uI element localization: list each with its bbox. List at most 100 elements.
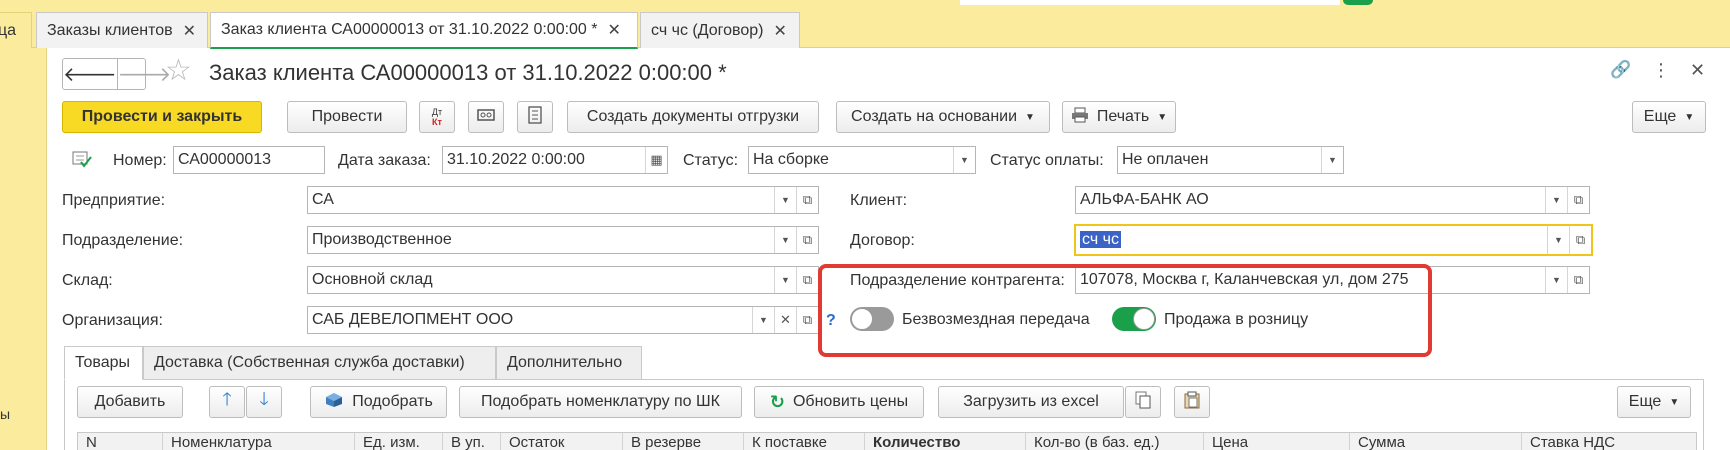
pick-button[interactable]: Подобрать	[310, 386, 447, 418]
number-field[interactable]: СА00000013	[173, 146, 325, 174]
paste-rows-button[interactable]	[1174, 386, 1210, 418]
create-shipping-docs-button[interactable]: Создать документы отгрузки	[567, 101, 819, 133]
column-header[interactable]: В резерве	[622, 433, 743, 450]
chevron-down-icon: ▼	[1684, 111, 1695, 123]
tab-delivery[interactable]: Доставка (Собственная служба доставки)	[143, 346, 496, 380]
column-header[interactable]: Остаток	[500, 433, 622, 450]
create-based-on-label: Создать на основании	[851, 108, 1018, 125]
window-tab-contract[interactable]: сч чс (Договор) ✕	[640, 12, 800, 48]
window-tab-partial[interactable]: ца	[0, 12, 32, 48]
column-header[interactable]: К поставке	[743, 433, 864, 450]
printer-icon	[1071, 107, 1089, 128]
open-icon[interactable]: ⧉	[796, 227, 818, 253]
window-tab-label: ца	[0, 21, 17, 39]
window-tab-order[interactable]: Заказ клиента СА00000013 от 31.10.2022 0…	[210, 12, 638, 49]
contract-value: сч чс	[1076, 231, 1547, 249]
chevron-down-icon[interactable]: ▼	[752, 307, 774, 333]
chevron-down-icon[interactable]: ▼	[774, 267, 796, 293]
tab-goods[interactable]: Товары	[64, 346, 143, 380]
close-icon[interactable]: ✕	[1690, 60, 1705, 81]
chevron-down-icon[interactable]: ▼	[1547, 226, 1569, 254]
window-tab-label: сч чс (Договор)	[651, 21, 764, 39]
open-icon[interactable]: ⧉	[796, 187, 818, 213]
sidebar-fragment[interactable]: ы	[0, 406, 10, 422]
column-header[interactable]: Ед. изм.	[354, 433, 442, 450]
client-value: АЛЬФА-БАНК АО	[1080, 191, 1209, 208]
status-value: На сборке	[753, 151, 829, 168]
column-header[interactable]: Номенклатура	[162, 433, 354, 450]
print-button[interactable]: Печать ▼	[1062, 101, 1176, 133]
page-title: Заказ клиента СА00000013 от 31.10.2022 0…	[209, 60, 727, 85]
chevron-down-icon[interactable]: ▼	[1545, 267, 1567, 293]
window-tab-orders[interactable]: Заказы клиентов ✕	[36, 12, 208, 48]
window-tabs-bar: ца Заказы клиентов ✕ Заказ клиента СА000…	[0, 8, 1730, 49]
goods-more-button[interactable]: Еще ▼	[1617, 386, 1691, 418]
chevron-down-icon[interactable]: ▼	[1545, 187, 1567, 213]
organization-field[interactable]: САБ ДЕВЕЛОПМЕНТ ООО ▼ ✕ ⧉	[307, 306, 819, 334]
copy-icon	[1135, 391, 1151, 414]
nav-buttons: 🡐 🡒	[62, 58, 171, 90]
refresh-prices-button[interactable]: ↻ Обновить цены	[754, 386, 924, 418]
chevron-down-icon[interactable]: ▼	[774, 227, 796, 253]
calendar-icon[interactable]: ▦	[645, 147, 667, 173]
client-field[interactable]: АЛЬФА-БАНК АО ▼ ⧉	[1075, 186, 1590, 214]
client-label: Клиент:	[850, 192, 908, 209]
favorite-star-icon[interactable]: ☆	[165, 56, 192, 86]
payment-status-value: Не оплачен	[1122, 151, 1209, 168]
chevron-down-icon[interactable]: ▼	[774, 187, 796, 213]
enterprise-field[interactable]: СА ▼ ⧉	[307, 186, 819, 214]
column-header[interactable]: В уп.	[442, 433, 500, 450]
document-list-icon	[528, 105, 542, 129]
open-icon[interactable]: ⧉	[1567, 267, 1589, 293]
add-button[interactable]: Добавить	[77, 386, 183, 418]
clear-icon[interactable]: ✕	[774, 307, 796, 333]
chevron-down-icon[interactable]: ▼	[953, 147, 975, 173]
division-field[interactable]: Производственное ▼ ⧉	[307, 226, 819, 254]
forward-arrow-icon[interactable]: 🡒	[116, 59, 171, 89]
cash-register-icon	[477, 108, 495, 127]
paste-icon	[1184, 391, 1200, 414]
load-excel-button[interactable]: Загрузить из excel	[938, 386, 1124, 418]
more-button[interactable]: Еще ▼	[1632, 101, 1706, 133]
posted-document-icon	[72, 151, 92, 174]
more-label: Еще	[1628, 393, 1662, 410]
post-and-close-button[interactable]: Провести и закрыть	[62, 101, 262, 133]
copy-rows-button[interactable]	[1125, 386, 1161, 418]
chevron-down-icon[interactable]: ▼	[1321, 147, 1343, 173]
open-icon[interactable]: ⧉	[1567, 187, 1589, 213]
open-icon[interactable]: ⧉	[796, 307, 818, 333]
more-vertical-icon[interactable]: ⋮	[1652, 60, 1670, 81]
close-icon[interactable]: ✕	[183, 21, 196, 41]
division-label: Подразделение:	[62, 232, 184, 249]
payment-status-select[interactable]: Не оплачен ▼	[1117, 146, 1344, 174]
column-header[interactable]: Кол-во (в баз. ед.)	[1025, 433, 1203, 450]
tab-additional[interactable]: Дополнительно	[496, 346, 642, 380]
refresh-prices-label: Обновить цены	[792, 393, 909, 410]
create-based-on-button[interactable]: Создать на основании ▼	[836, 101, 1050, 133]
open-icon[interactable]: ⧉	[796, 267, 818, 293]
pick-by-barcode-button[interactable]: Подобрать номенклатуру по ШК	[459, 386, 742, 418]
close-icon[interactable]: ✕	[608, 20, 621, 40]
link-icon[interactable]: 🔗	[1610, 60, 1631, 80]
kt-icon: Кт	[432, 117, 442, 127]
close-icon[interactable]: ✕	[773, 21, 786, 41]
column-header[interactable]: N	[78, 433, 162, 450]
dt-kt-button[interactable]: Дт Кт	[419, 101, 455, 133]
move-down-button[interactable]: 🡓	[246, 386, 282, 418]
post-button[interactable]: Провести	[287, 101, 407, 133]
chevron-down-icon: ▼	[1669, 396, 1680, 408]
status-select[interactable]: На сборке ▼	[748, 146, 976, 174]
column-header[interactable]: Сумма	[1349, 433, 1521, 450]
open-icon[interactable]: ⧉	[1569, 226, 1591, 254]
column-header[interactable]: Ставка НДС	[1521, 433, 1698, 450]
contract-field[interactable]: сч чс ▼ ⧉	[1074, 224, 1593, 256]
back-arrow-icon[interactable]: 🡐	[63, 59, 117, 89]
cash-register-button[interactable]	[468, 101, 504, 133]
warehouse-field[interactable]: Основной склад ▼ ⧉	[307, 266, 819, 294]
column-header[interactable]: Цена	[1203, 433, 1349, 450]
order-date-field[interactable]: 31.10.2022 0:00:00 ▦	[442, 146, 668, 174]
document-journal-button[interactable]	[517, 101, 553, 133]
column-header[interactable]: Количество	[864, 433, 1025, 450]
move-up-button[interactable]: 🡑	[209, 386, 245, 418]
global-search[interactable]	[960, 0, 1340, 5]
